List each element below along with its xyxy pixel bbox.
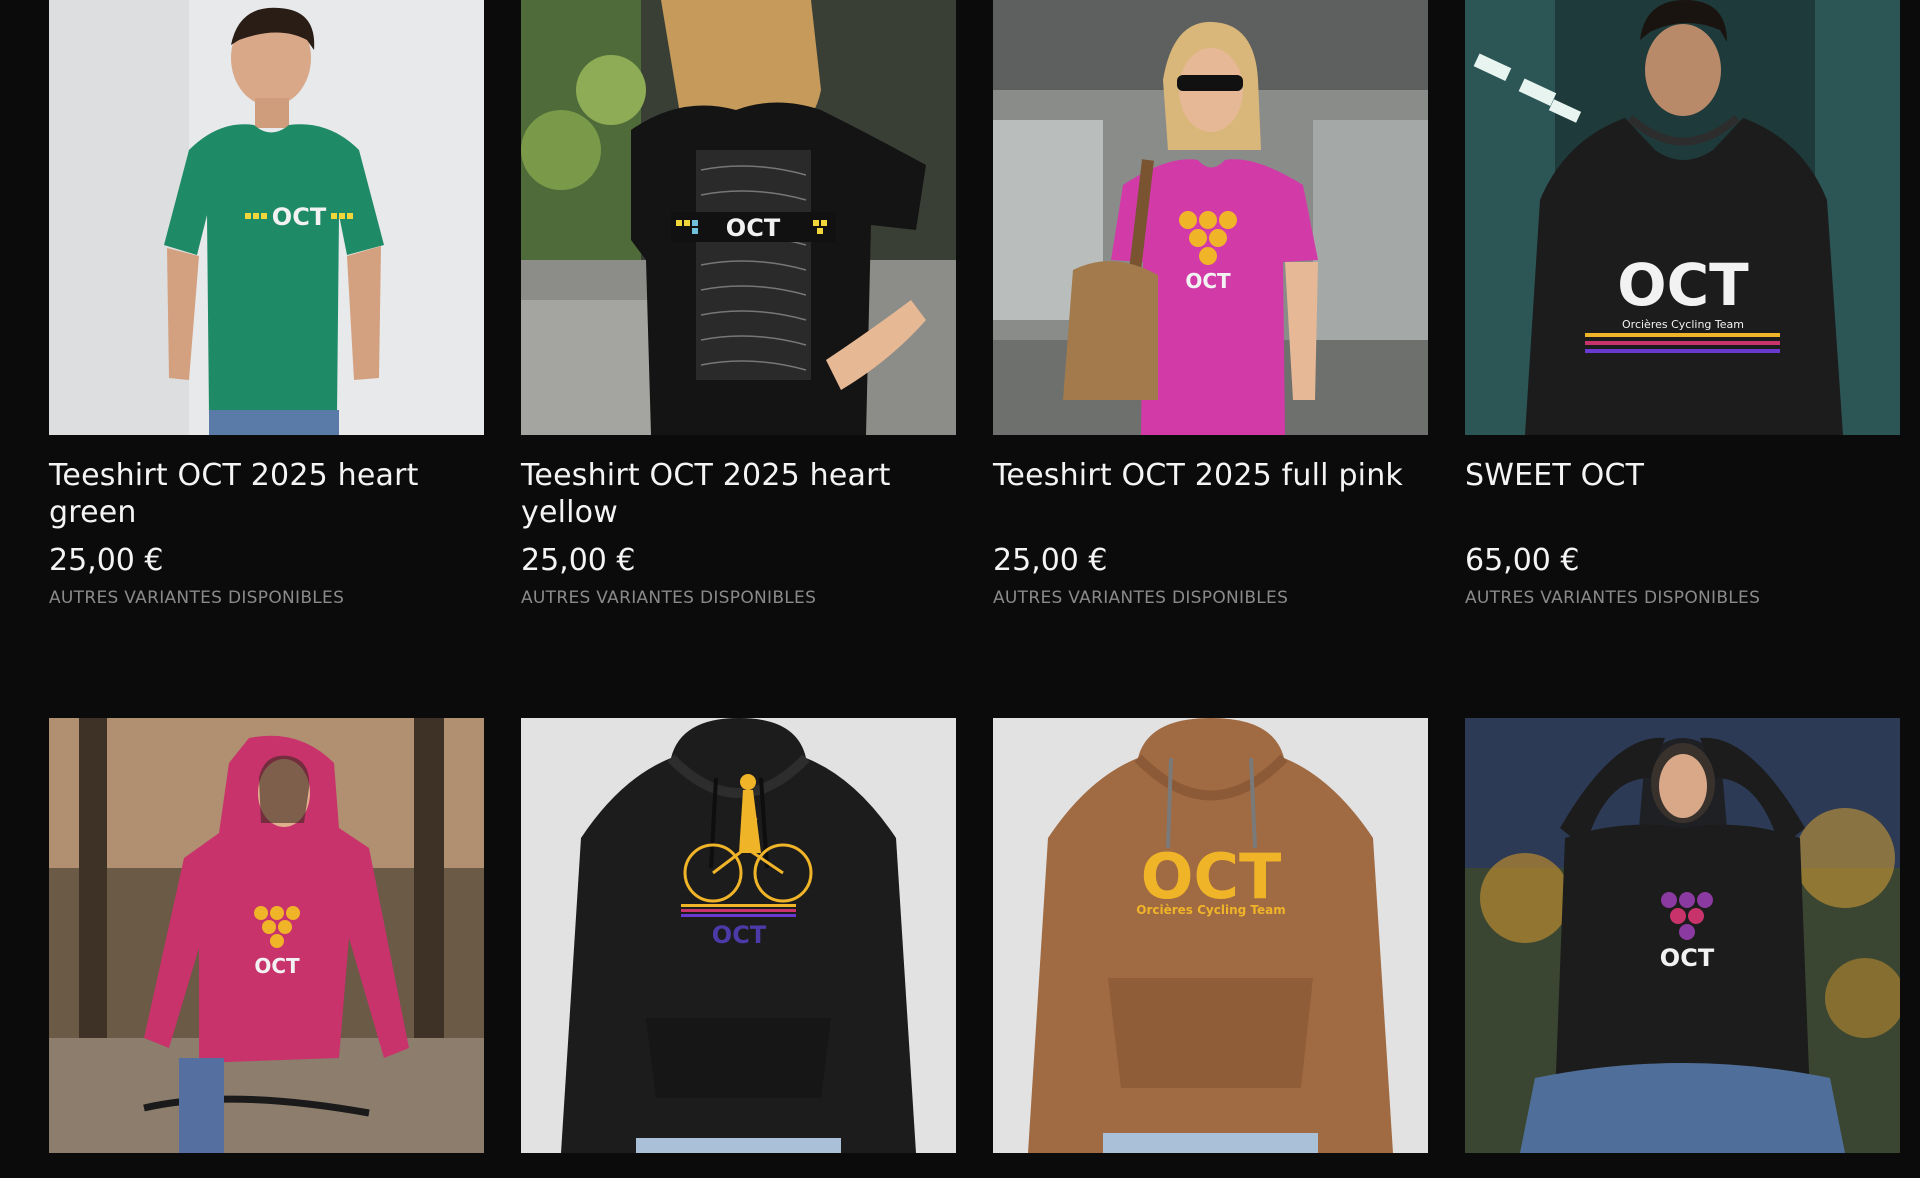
- product-image[interactable]: OCT: [521, 0, 956, 435]
- product-grid: OCT Teeshirt OCT 2025 heart green 25,00 …: [0, 0, 1920, 1178]
- product-image[interactable]: OCT Orcières Cycling Team: [993, 718, 1428, 1153]
- product-card[interactable]: OCT Orcières Cycling Team SWEET OCT 65,0…: [1465, 0, 1900, 609]
- man-black-hoodie-image: OCT Orcières Cycling Team: [1465, 0, 1900, 435]
- woman-black-hoodie-image: OCT: [1465, 718, 1900, 1153]
- product-title[interactable]: Teeshirt OCT 2025 full pink: [993, 457, 1428, 531]
- product-image[interactable]: OCT Orcières Cycling Team: [1465, 0, 1900, 435]
- oct-logo-text: OCT: [712, 921, 767, 949]
- oct-logo-text: OCT: [254, 954, 300, 978]
- variants-note: AUTRES VARIANTES DISPONIBLES: [993, 588, 1289, 608]
- product-title[interactable]: Teeshirt OCT 2025 heart green: [49, 457, 484, 531]
- variants-note: AUTRES VARIANTES DISPONIBLES: [521, 588, 817, 608]
- product-price: 65,00 €: [1465, 543, 1580, 578]
- woman-pink-hoodie-bike-image: OCT: [49, 718, 484, 1153]
- variants-note: AUTRES VARIANTES DISPONIBLES: [49, 588, 345, 608]
- product-image[interactable]: OCT: [49, 0, 484, 435]
- product-image[interactable]: OCT: [521, 718, 956, 1153]
- woman-pink-tshirt-image: OCT: [993, 0, 1428, 435]
- team-name-text: Orcières Cycling Team: [1136, 903, 1285, 917]
- product-image[interactable]: OCT: [993, 0, 1428, 435]
- product-card[interactable]: OCT Teeshirt OCT 2025 heart green 25,00 …: [49, 0, 484, 609]
- black-hoodie-cyclist-image: OCT: [521, 718, 956, 1153]
- product-card[interactable]: OCT: [49, 718, 484, 1153]
- oct-logo-text: OCT: [1617, 251, 1749, 319]
- team-name-text: Orcières Cycling Team: [1622, 318, 1744, 331]
- product-card[interactable]: OCT: [1465, 718, 1900, 1153]
- product-title[interactable]: SWEET OCT: [1465, 457, 1900, 531]
- product-image[interactable]: OCT: [49, 718, 484, 1153]
- product-price: 25,00 €: [49, 543, 164, 578]
- oct-logo-text: OCT: [1660, 944, 1715, 972]
- product-card[interactable]: OCT: [521, 718, 956, 1153]
- product-card[interactable]: OCT Orcières Cycling Team: [993, 718, 1428, 1153]
- woman-black-tshirt-image: OCT: [521, 0, 956, 435]
- product-price: 25,00 €: [521, 543, 636, 578]
- product-image[interactable]: OCT: [1465, 718, 1900, 1153]
- product-card[interactable]: OCT Teeshirt OCT 2025 heart yellow 25,00…: [521, 0, 956, 609]
- product-price: 25,00 €: [993, 543, 1108, 578]
- oct-logo-text: OCT: [726, 214, 781, 242]
- product-card[interactable]: OCT Teeshirt OCT 2025 full pink 25,00 € …: [993, 0, 1428, 609]
- variants-note: AUTRES VARIANTES DISPONIBLES: [1465, 588, 1761, 608]
- oct-logo-text: OCT: [272, 203, 327, 231]
- oct-logo-text: OCT: [1185, 269, 1231, 293]
- brown-hoodie-oct-image: OCT Orcières Cycling Team: [993, 718, 1428, 1153]
- product-title[interactable]: Teeshirt OCT 2025 heart yellow: [521, 457, 956, 531]
- man-green-tshirt-image: OCT: [49, 0, 484, 435]
